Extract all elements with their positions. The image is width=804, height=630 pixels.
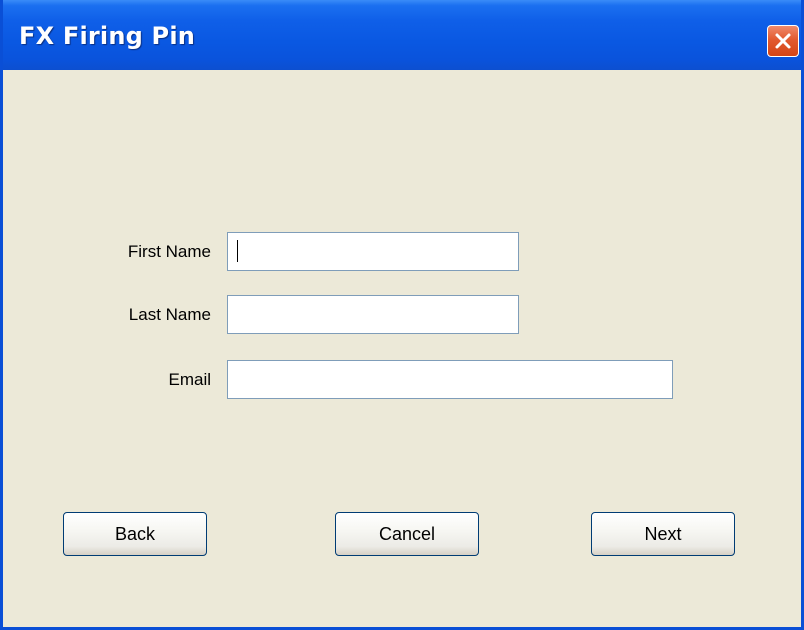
email-label: Email xyxy=(168,370,211,389)
close-button[interactable] xyxy=(767,25,799,57)
title-bar[interactable]: FX Firing Pin xyxy=(3,0,801,70)
last-name-label: Last Name xyxy=(128,305,211,324)
window-title: FX Firing Pin xyxy=(19,22,196,50)
text-caret xyxy=(237,240,238,262)
next-button[interactable]: Next xyxy=(591,512,735,556)
back-button[interactable]: Back xyxy=(63,512,207,556)
dialog-window: FX Firing Pin First Name Last Name Email… xyxy=(0,0,804,630)
close-icon xyxy=(774,32,792,50)
last-name-field[interactable] xyxy=(227,295,519,334)
first-name-label: First Name xyxy=(127,242,211,261)
first-name-field[interactable] xyxy=(227,232,519,271)
email-field[interactable] xyxy=(227,360,673,399)
cancel-button[interactable]: Cancel xyxy=(335,512,479,556)
